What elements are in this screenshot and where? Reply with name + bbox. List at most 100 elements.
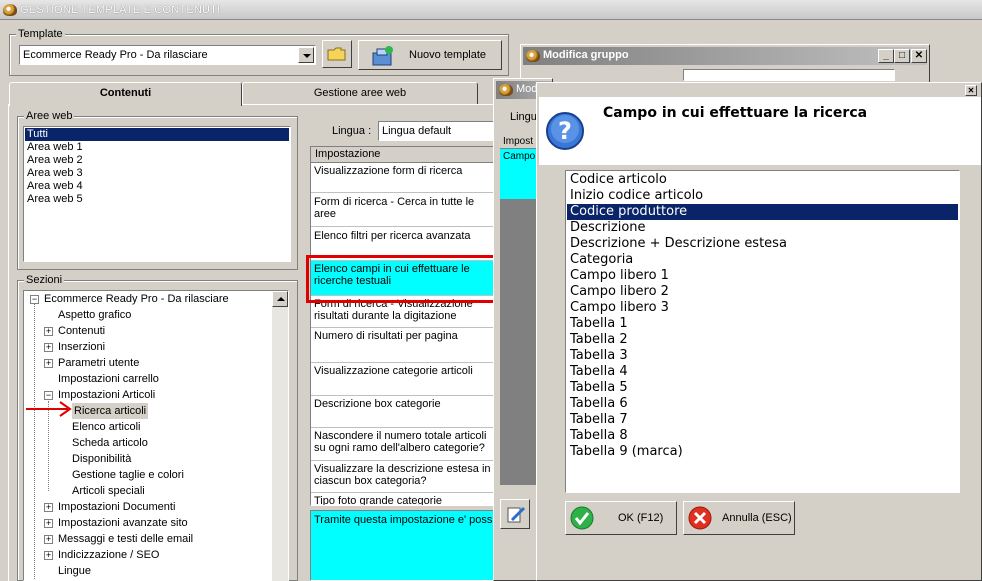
campo-option[interactable]: Campo libero 3 (567, 300, 958, 316)
grid-row[interactable]: Numero di risultati per pagina (311, 328, 497, 363)
grid-row[interactable]: Tipo foto grande categorie (311, 493, 497, 505)
campo-option[interactable]: Campo libero 2 (567, 284, 958, 300)
campo-option[interactable]: Descrizione (567, 220, 958, 236)
annotation-arrow-icon (26, 401, 72, 417)
cancel-icon (688, 506, 712, 530)
tree-expand-icon[interactable]: + (44, 343, 53, 352)
dialog-title-bar: ✕ (539, 85, 981, 97)
aree-web-item[interactable]: Area web 5 (25, 193, 289, 206)
campo-option[interactable]: Tabella 3 (567, 348, 958, 364)
edit-icon (507, 506, 526, 523)
description-area: Tramite questa impostazione e' possibile (310, 510, 498, 581)
aree-web-item[interactable]: Area web 4 (25, 180, 289, 193)
sezioni-label: Sezioni (24, 274, 65, 286)
ok-button[interactable]: OK (F12) (565, 501, 677, 535)
tree-item[interactable]: Aspetto grafico (58, 307, 131, 323)
campo-option[interactable]: Tabella 5 (567, 380, 958, 396)
tree-item[interactable]: Messaggi e testi delle email (58, 531, 193, 547)
aree-web-item[interactable]: Area web 1 (25, 141, 289, 154)
lingua-select[interactable]: Lingua default (378, 121, 498, 141)
tree-expand-icon[interactable]: + (44, 535, 53, 544)
campo-option[interactable]: Tabella 4 (567, 364, 958, 380)
tab-contenuti[interactable]: Contenuti (9, 82, 242, 106)
campo-option[interactable]: Tabella 7 (567, 412, 958, 428)
dialog-close-button[interactable]: ✕ (965, 85, 977, 96)
app-icon (3, 4, 17, 16)
tree-scrollbar[interactable] (272, 291, 288, 581)
aree-web-list[interactable]: Tutti Area web 1 Area web 2 Area web 3 A… (23, 126, 291, 262)
new-template-icon (372, 46, 393, 66)
tree-item[interactable]: Inserzioni (58, 339, 105, 355)
grid-row[interactable]: Visualizzazione form di ricerca (311, 163, 497, 193)
tree-item[interactable]: Impostazioni carrello (58, 371, 159, 387)
grid-header: Impostazione (311, 147, 497, 163)
tab-contenuti-label: Contenuti (99, 87, 152, 99)
modifica-gruppo-title-bar: Modifica gruppo _ □ ✕ (523, 47, 927, 65)
grid-row[interactable]: Form di ricerca - Cerca in tutte le aree (311, 194, 497, 227)
campo-option[interactable]: Campo libero 1 (567, 268, 958, 284)
campo-option[interactable]: Tabella 2 (567, 332, 958, 348)
mod-edit-button[interactable] (500, 499, 530, 529)
tree-item[interactable]: Disponibilità (72, 451, 131, 467)
campo-option[interactable]: Tabella 1 (567, 316, 958, 332)
lingua-select-value: Lingua default (382, 125, 452, 137)
new-template-button[interactable]: Nuovo template (358, 40, 502, 70)
tree-item[interactable]: Parametri utente (58, 355, 139, 371)
cancel-button[interactable]: Annulla (ESC) (683, 501, 795, 535)
lingua-label: Lingua : (332, 125, 372, 137)
chevron-down-icon (303, 54, 311, 58)
campo-option[interactable]: Inizio codice articolo (567, 188, 958, 204)
campo-option[interactable]: Codice articolo (567, 172, 958, 188)
aree-web-item[interactable]: Area web 3 (25, 167, 289, 180)
campo-option[interactable]: Tabella 9 (marca) (567, 444, 958, 460)
campo-options-list[interactable]: Codice articolo Inizio codice articolo C… (565, 170, 960, 493)
campo-option-selected[interactable]: Codice produttore (567, 204, 958, 220)
campo-option[interactable]: Descrizione + Descrizione estesa (567, 236, 958, 252)
tree-expand-icon[interactable]: + (44, 359, 53, 368)
tree-item[interactable]: Indicizzazione / SEO (58, 547, 160, 563)
tree-collapse-icon[interactable]: − (30, 295, 39, 304)
template-select[interactable]: Ecommerce Ready Pro - Da rilasciare (19, 45, 316, 65)
app-icon (499, 84, 513, 96)
tree-item[interactable]: Ecommerce Ready Pro - Da rilasciare (44, 291, 229, 307)
tree-item-selected[interactable]: Ricerca articoli (72, 403, 149, 419)
modifica-gruppo-field[interactable] (683, 69, 895, 81)
aree-web-item[interactable]: Tutti (25, 128, 289, 141)
scroll-up-button[interactable] (272, 291, 288, 307)
tree-expand-icon[interactable]: + (44, 503, 53, 512)
aree-web-item[interactable]: Area web 2 (25, 154, 289, 167)
tab-gestione-aree-web[interactable]: Gestione aree web (242, 82, 478, 104)
tree-item[interactable]: Impostazioni avanzate sito (58, 515, 188, 531)
open-folder-button[interactable] (322, 40, 352, 68)
tree-collapse-icon[interactable]: − (44, 391, 53, 400)
tree-item[interactable]: Elenco articoli (72, 419, 140, 435)
sezioni-tree[interactable]: − Ecommerce Ready Pro - Da rilasciare As… (23, 290, 289, 581)
question-icon: ? (546, 112, 584, 150)
settings-grid[interactable]: Impostazione Visualizzazione form di ric… (310, 146, 498, 506)
campo-option[interactable]: Tabella 6 (567, 396, 958, 412)
tree-item[interactable]: Articoli speciali (72, 483, 145, 499)
grid-row[interactable]: Descrizione box categorie (311, 396, 497, 428)
maximize-button[interactable]: □ (894, 49, 910, 63)
campo-option[interactable]: Categoria (567, 252, 958, 268)
campo-option[interactable]: Tabella 8 (567, 428, 958, 444)
grid-row[interactable]: Visualizzazione categorie articoli (311, 363, 497, 396)
tree-item[interactable]: Gestione taglie e colori (72, 467, 184, 483)
tree-expand-icon[interactable]: + (44, 327, 53, 336)
minimize-button[interactable]: _ (878, 49, 894, 63)
grid-row[interactable]: Nascondere il numero totale articoli su … (311, 428, 497, 461)
tree-item[interactable]: Lingue (58, 563, 91, 579)
tree-expand-icon[interactable]: + (44, 519, 53, 528)
tree-expand-icon[interactable]: + (44, 551, 53, 560)
dialog-title: Campo in cui effettuare la ricerca (603, 105, 868, 121)
grid-row[interactable]: Visualizzare la descrizione estesa in ci… (311, 461, 497, 493)
template-select-dropdown-button[interactable] (298, 47, 314, 63)
aree-web-label: Aree web (24, 110, 75, 122)
mod-lingua-label: Lingu (510, 111, 537, 123)
tree-item[interactable]: Scheda articolo (72, 435, 148, 451)
window-title: GESTIONE TEMPLATE E CONTENUTI (20, 4, 221, 16)
tree-item[interactable]: Impostazioni Documenti (58, 499, 175, 515)
new-template-label: Nuovo template (409, 49, 487, 61)
tree-item[interactable]: Contenuti (58, 323, 105, 339)
close-button[interactable]: ✕ (911, 49, 927, 63)
